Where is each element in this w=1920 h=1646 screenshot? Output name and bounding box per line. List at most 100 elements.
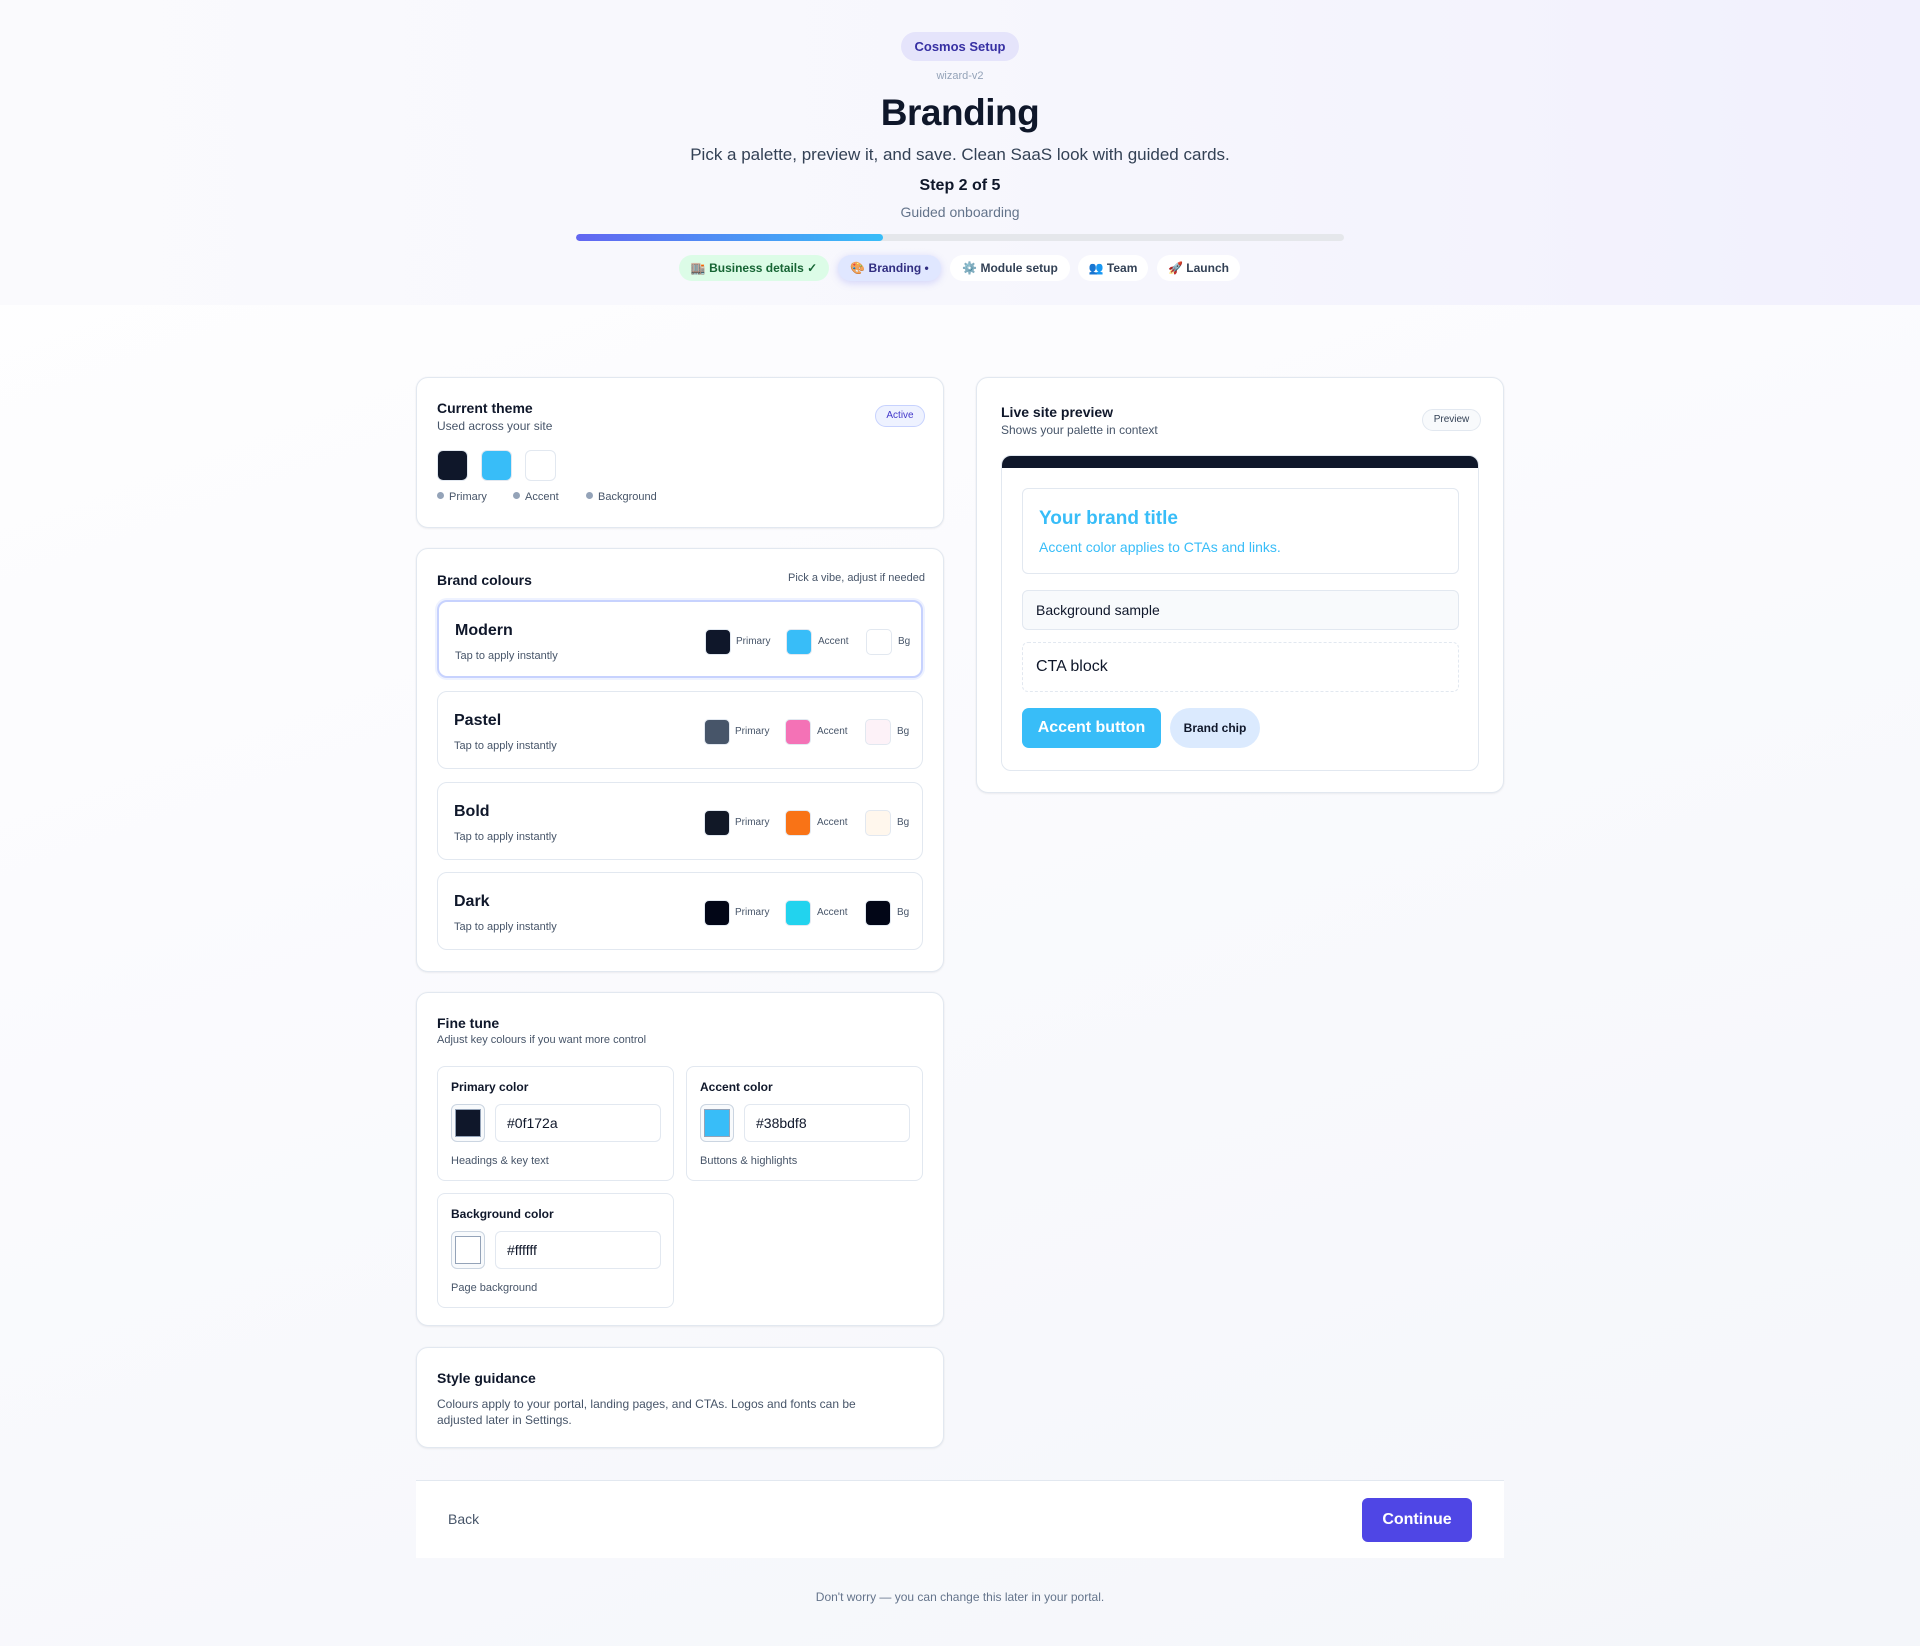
app-badge: Cosmos Setup [901,32,1019,61]
palette-hint: Tap to apply instantly [455,650,558,662]
palette-accent-label: Accent [817,907,848,918]
step-sub: Guided onboarding [900,204,1020,220]
palette-modern[interactable]: Modern Tap to apply instantly Primary Ac… [437,600,923,678]
palette-bold[interactable]: Bold Tap to apply instantly Primary Acce… [437,782,923,860]
back-button[interactable]: Back [448,1511,479,1527]
preview-brand-link[interactable]: Accent color applies to CTAs and links. [1039,539,1281,555]
palette-primary-swatch [705,629,731,655]
palette-accent-label: Accent [817,817,848,828]
brand-colours-hint: Pick a vibe, adjust if needed [788,572,925,584]
accent-color-field: Accent color #38bdf8 Buttons & highlight… [686,1066,923,1181]
step-branding[interactable]: 🎨 Branding • [838,255,941,281]
accent-color-input[interactable]: #38bdf8 [744,1104,910,1142]
palette-primary-label: Primary [736,636,771,647]
preview-topbar [1002,456,1478,468]
legend-accent: Accent [513,491,559,503]
live-preview-subtitle: Shows your palette in context [1001,423,1158,437]
palette-accent-label: Accent [817,726,848,737]
preview-brand-chip[interactable]: Brand chip [1170,708,1260,748]
palette-primary-swatch [704,719,730,745]
active-badge: Active [875,405,925,427]
background-color-input[interactable]: #ffffff [495,1231,661,1269]
background-color-field: Background color #ffffff Page background [437,1193,674,1308]
primary-color-input[interactable]: #0f172a [495,1104,661,1142]
palette-bg-label: Bg [898,636,911,647]
palette-primary-swatch [704,810,730,836]
palette-hint: Tap to apply instantly [454,831,557,843]
palette-name: Pastel [454,712,502,729]
palette-primary-swatch [704,900,730,926]
accent-color-picker[interactable] [700,1104,734,1142]
palette-accent-label: Accent [818,636,849,647]
current-theme-title: Current theme [437,400,533,416]
field-label: Accent color [700,1080,773,1094]
field-label: Background color [451,1207,554,1221]
palette-hint: Tap to apply instantly [454,740,557,752]
background-color-picker[interactable] [451,1231,485,1269]
palette-bg-label: Bg [897,817,910,828]
current-theme-card: Current theme Used across your site Acti… [416,377,944,528]
continue-button[interactable]: Continue [1362,1498,1472,1542]
preview-hero-block: Your brand title Accent color applies to… [1022,488,1459,574]
palette-hint: Tap to apply instantly [454,921,557,933]
brand-colours-card: Brand colours Pick a vibe, adjust if nee… [416,548,944,972]
palette-bg-swatch [865,900,891,926]
legend-primary: Primary [437,491,487,503]
palette-primary-label: Primary [735,726,770,737]
palette-primary-label: Primary [735,907,770,918]
palette-accent-swatch [785,900,811,926]
version-tag: wizard-v2 [936,70,984,82]
palette-accent-swatch [786,629,812,655]
page-subtitle: Pick a palette, preview it, and save. Cl… [690,145,1230,164]
palette-dark[interactable]: Dark Tap to apply instantly Primary Acce… [437,872,923,950]
step-launch[interactable]: 🚀 Launch [1157,255,1240,281]
preview-background-sample: Background sample [1022,590,1459,630]
palette-bg-swatch [865,810,891,836]
step-team[interactable]: 👥 Team [1078,255,1148,281]
primary-color-field: Primary color #0f172a Headings & key tex… [437,1066,674,1181]
color-swatch [455,1109,481,1137]
fine-tune-title: Fine tune [437,1015,500,1031]
current-theme-subtitle: Used across your site [437,419,553,433]
preview-cta-block: CTA block [1022,642,1459,692]
color-swatch [455,1236,481,1264]
palette-accent-swatch [785,810,811,836]
palette-bg-swatch [866,629,892,655]
live-preview-title: Live site preview [1001,404,1114,420]
palette-name: Modern [455,622,513,639]
step-nav: 🏬 Business details ✓ 🎨 Branding • ⚙️ Mod… [0,255,1920,281]
field-help: Headings & key text [451,1155,549,1167]
footer-bar: Back Continue [416,1480,1504,1558]
style-guidance-title: Style guidance [437,1370,536,1386]
fine-tune-card: Fine tune Adjust key colours if you want… [416,992,944,1326]
palette-primary-label: Primary [735,817,770,828]
accent-swatch [481,450,512,481]
primary-color-picker[interactable] [451,1104,485,1142]
palette-accent-swatch [785,719,811,745]
primary-swatch [437,450,468,481]
legend-background: Background [586,491,657,503]
page-title: Branding [880,92,1040,133]
progress-bar [576,234,1344,241]
style-guidance-text: Colours apply to your portal, landing pa… [437,1397,856,1427]
background-swatch [525,450,556,481]
preview-accent-button[interactable]: Accent button [1022,708,1161,748]
step-business-details[interactable]: 🏬 Business details ✓ [679,255,829,281]
preview-badge: Preview [1422,409,1481,431]
style-guidance-card: Style guidance Colours apply to your por… [416,1347,944,1448]
palette-name: Dark [454,893,490,910]
palette-bg-label: Bg [897,726,910,737]
color-swatch [704,1109,730,1137]
step-label: Step 2 of 5 [919,177,1001,194]
preview-frame: Your brand title Accent color applies to… [1001,455,1479,771]
step-module-setup[interactable]: ⚙️ Module setup [950,255,1070,281]
field-help: Buttons & highlights [700,1155,798,1167]
progress-fill [576,234,884,241]
palette-pastel[interactable]: Pastel Tap to apply instantly Primary Ac… [437,691,923,769]
brand-colours-title: Brand colours [437,572,532,588]
fine-tune-subtitle: Adjust key colours if you want more cont… [437,1034,647,1046]
preview-brand-title: Your brand title [1039,508,1178,529]
footer-note: Don't worry — you can change this later … [815,1590,1105,1604]
palette-bg-label: Bg [897,907,910,918]
field-help: Page background [451,1282,538,1294]
